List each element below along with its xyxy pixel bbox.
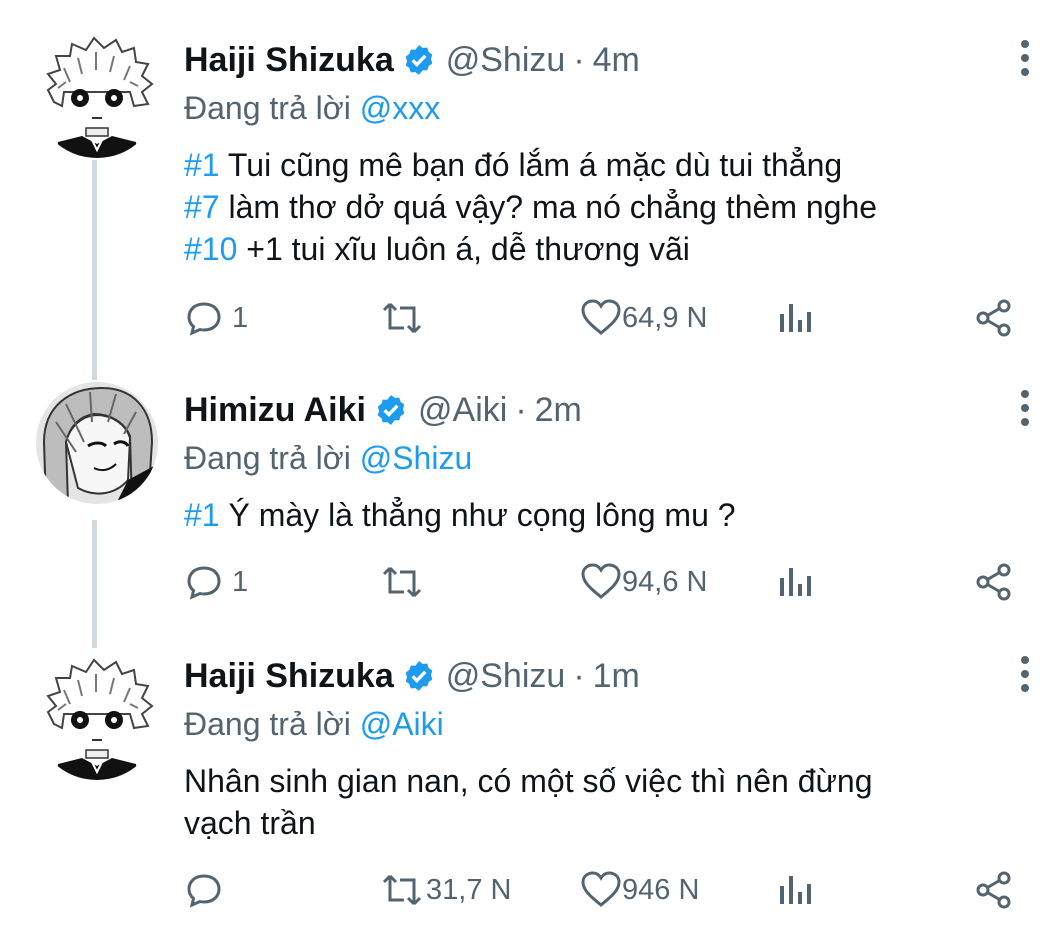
author-name[interactable]: Haiji Shizuka [184, 657, 394, 696]
share-button[interactable] [974, 296, 1014, 340]
reply-icon [187, 566, 221, 600]
analytics-button[interactable] [778, 868, 814, 912]
timestamp[interactable]: 2m [535, 391, 582, 430]
hashtag-link[interactable]: #1 [184, 497, 220, 533]
text-line: Nhân sinh gian nan, có một số việc thì n… [184, 763, 873, 799]
share-button[interactable] [974, 868, 1014, 912]
reply-context: Đang trả lời @Shizu [184, 436, 1023, 480]
tweet[interactable]: Himizu Aiki @Aiki · 2m Đang trả lời @Shi… [0, 350, 1063, 640]
author-handle[interactable]: @Shizu [446, 657, 566, 696]
heart-icon [581, 563, 621, 599]
like-button[interactable]: 94,6 N [580, 560, 707, 604]
avatar[interactable] [36, 382, 158, 504]
reply-count: 1 [232, 301, 249, 334]
avatar[interactable] [34, 32, 160, 158]
curly-hair-avatar-icon [46, 36, 154, 158]
retweet-count: 31,7 N [426, 873, 512, 906]
tweet-text: #1 Tui cũng mê bạn đó lắm á mặc dù tui t… [184, 144, 1023, 270]
reply-mention-link[interactable]: @Aiki [360, 706, 444, 742]
reply-icon [187, 302, 221, 336]
tweet-header: Haiji Shizuka @Shizu · 4m [184, 34, 1023, 86]
retweet-button[interactable] [380, 296, 426, 340]
tweet-header: Himizu Aiki @Aiki · 2m [184, 384, 1023, 436]
action-bar: 31,7 N 946 N [184, 868, 1034, 912]
author-name[interactable]: Haiji Shizuka [184, 41, 394, 80]
retweet-icon [382, 566, 422, 598]
retweet-button[interactable] [380, 560, 426, 604]
share-icon [976, 299, 1011, 337]
reply-button[interactable]: 1 [184, 560, 248, 604]
like-count: 64,9 N [622, 301, 708, 334]
text-line: #1 Tui cũng mê bạn đó lắm á mặc dù tui t… [184, 147, 843, 183]
verified-badge-icon [377, 395, 405, 425]
reply-mention-link[interactable]: @xxx [360, 90, 440, 126]
heart-icon [581, 871, 621, 907]
analytics-icon [780, 568, 811, 596]
share-icon [976, 563, 1011, 601]
action-bar: 1 94,6 N [184, 560, 1034, 604]
verified-badge-icon [405, 661, 433, 691]
text-line: #1 Ý mày là thẳng như cọng lông mu ? [184, 497, 736, 533]
timestamp[interactable]: 1m [593, 657, 640, 696]
text-line: #10 +1 tui xĩu luôn á, dễ thương vãi [184, 231, 690, 267]
retweet-button[interactable]: 31,7 N [380, 868, 511, 912]
author-name[interactable]: Himizu Aiki [184, 391, 366, 430]
text-line: vạch trần [184, 805, 316, 841]
curly-hair-avatar-icon [46, 658, 154, 780]
retweet-icon [382, 874, 422, 906]
like-button[interactable]: 946 N [580, 868, 699, 912]
share-icon [976, 871, 1011, 909]
reply-prefix: Đang trả lời [184, 90, 351, 126]
more-options-icon[interactable] [1013, 654, 1037, 694]
reply-mention-link[interactable]: @Shizu [360, 440, 473, 476]
reply-button[interactable]: 1 [184, 296, 248, 340]
reply-context: Đang trả lời @Aiki [184, 702, 1023, 746]
share-button[interactable] [974, 560, 1014, 604]
reply-prefix: Đang trả lời [184, 440, 351, 476]
heart-icon [581, 299, 621, 335]
analytics-icon [780, 304, 811, 332]
text-line: #7 làm thơ dở quá vậy? ma nó chẳng thèm … [184, 189, 878, 225]
separator-dot: · [573, 656, 585, 695]
tweet[interactable]: Haiji Shizuka @Shizu · 1m Đang trả lời @… [0, 640, 1063, 934]
more-options-icon[interactable] [1013, 38, 1037, 78]
action-bar: 1 64,9 N [184, 296, 1034, 340]
author-handle[interactable]: @Aiki [418, 391, 507, 430]
more-options-icon[interactable] [1013, 388, 1037, 428]
smirk-avatar-icon [36, 382, 158, 504]
tweet-header: Haiji Shizuka @Shizu · 1m [184, 650, 1023, 702]
avatar[interactable] [34, 654, 160, 780]
tweet-text: Nhân sinh gian nan, có một số việc thì n… [184, 760, 1023, 844]
hashtag-link[interactable]: #7 [184, 189, 220, 225]
reply-icon [187, 874, 221, 908]
reply-prefix: Đang trả lời [184, 706, 351, 742]
hashtag-link[interactable]: #1 [184, 147, 220, 183]
analytics-button[interactable] [778, 296, 814, 340]
separator-dot: · [515, 390, 527, 429]
like-button[interactable]: 64,9 N [580, 296, 707, 340]
tweet-text: #1 Ý mày là thẳng như cọng lông mu ? [184, 494, 1023, 536]
retweet-icon [382, 302, 422, 334]
verified-badge-icon [405, 45, 433, 75]
author-handle[interactable]: @Shizu [446, 41, 566, 80]
hashtag-link[interactable]: #10 [184, 231, 237, 267]
separator-dot: · [573, 40, 585, 79]
like-count: 946 N [622, 873, 700, 906]
analytics-button[interactable] [778, 560, 814, 604]
reply-count: 1 [232, 565, 249, 598]
timestamp[interactable]: 4m [593, 41, 640, 80]
analytics-icon [780, 876, 811, 904]
tweet[interactable]: Haiji Shizuka @Shizu · 4m Đang trả lời @… [0, 0, 1063, 350]
like-count: 94,6 N [622, 565, 708, 598]
reply-button[interactable] [184, 868, 232, 912]
reply-context: Đang trả lời @xxx [184, 86, 1023, 130]
